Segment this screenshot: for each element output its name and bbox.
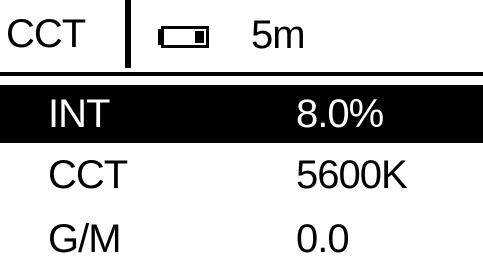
row-value: 0.0 xyxy=(296,217,350,261)
menu-row-gm[interactable]: G/M 0.0 xyxy=(0,210,483,268)
status-header: CCT 5m xyxy=(0,0,483,68)
row-label: INT xyxy=(48,92,110,136)
menu-row-int[interactable]: INT 8.0% xyxy=(0,85,483,143)
row-label: CCT xyxy=(48,153,128,197)
runtime-remaining: 5m xyxy=(251,13,306,57)
row-value: 5600K xyxy=(296,153,408,197)
header-divider xyxy=(125,0,131,68)
light-control-screen: CCT 5m INT 8.0% CCT 5600K G/M 0.0 xyxy=(0,0,483,261)
header-underline xyxy=(0,72,483,76)
mode-label: CCT xyxy=(6,12,86,56)
battery-icon xyxy=(158,26,210,48)
menu-row-cct[interactable]: CCT 5600K xyxy=(0,146,483,204)
row-value: 8.0% xyxy=(296,92,384,136)
row-label: G/M xyxy=(48,217,122,261)
